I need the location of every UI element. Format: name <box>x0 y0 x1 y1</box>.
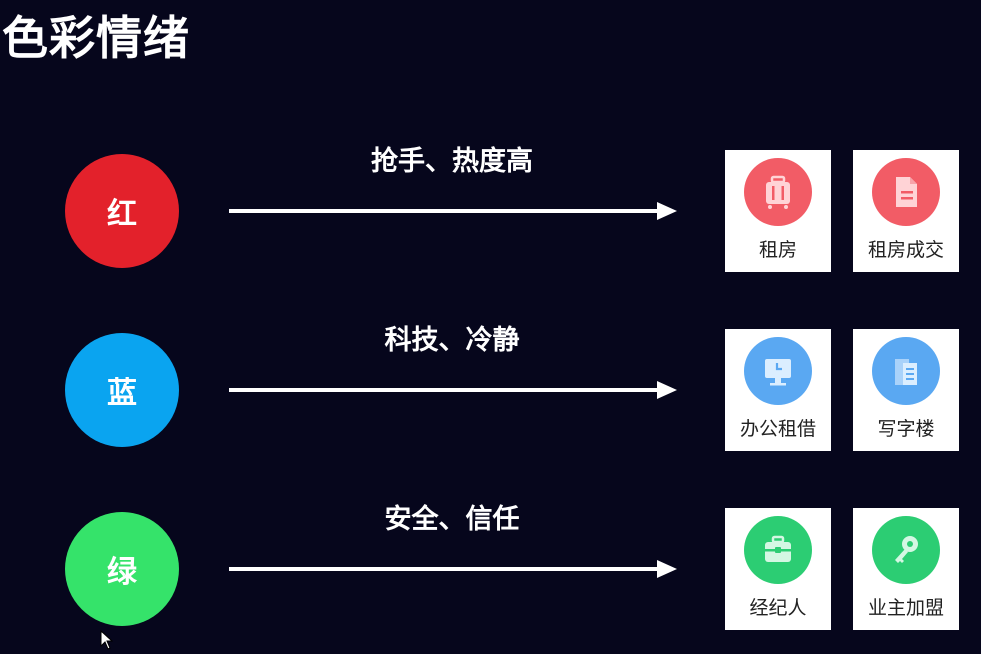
color-circle-red: 红 <box>65 154 179 268</box>
color-meaning: 抢手、热度高 <box>371 146 533 177</box>
monitor-clock-icon <box>744 337 812 405</box>
card-label: 办公租借 <box>739 418 816 440</box>
color-word: 蓝 <box>107 376 137 411</box>
card-rent[interactable]: 租房 <box>725 150 831 272</box>
arrow <box>229 381 677 399</box>
card-agent[interactable]: 经纪人 <box>725 508 831 630</box>
card-rent-deal[interactable]: 租房成交 <box>853 150 959 272</box>
arrow <box>229 202 677 220</box>
arrow <box>229 560 677 578</box>
card-label: 业主加盟 <box>867 597 944 619</box>
card-label: 经纪人 <box>749 597 807 619</box>
card-label: 租房成交 <box>867 239 944 261</box>
briefcase-icon <box>744 516 812 584</box>
key-icon <box>872 516 940 584</box>
color-meaning: 科技、冷静 <box>384 325 520 356</box>
card-label: 租房 <box>758 239 797 261</box>
color-circle-blue: 蓝 <box>65 333 179 447</box>
document-icon <box>872 158 940 226</box>
card-office-building[interactable]: 写字楼 <box>853 329 959 451</box>
color-word: 红 <box>107 197 137 232</box>
building-icon <box>872 337 940 405</box>
color-row-blue: 蓝 科技、冷静 办公租借 写字楼 <box>0 325 981 463</box>
color-meaning: 安全、信任 <box>384 504 520 535</box>
card-label: 写字楼 <box>877 418 935 440</box>
color-row-green: 绿 安全、信任 经纪人 业主加盟 <box>0 504 981 642</box>
color-row-red: 红 抢手、热度高 租房 租房成交 <box>0 146 981 284</box>
color-circle-green: 绿 <box>65 512 179 626</box>
mouse-cursor-icon <box>100 629 114 650</box>
suitcase-icon <box>744 158 812 226</box>
card-office-rental[interactable]: 办公租借 <box>725 329 831 451</box>
page-title: 色彩情绪 <box>2 11 190 65</box>
card-owner-join[interactable]: 业主加盟 <box>853 508 959 630</box>
color-word: 绿 <box>107 555 137 590</box>
